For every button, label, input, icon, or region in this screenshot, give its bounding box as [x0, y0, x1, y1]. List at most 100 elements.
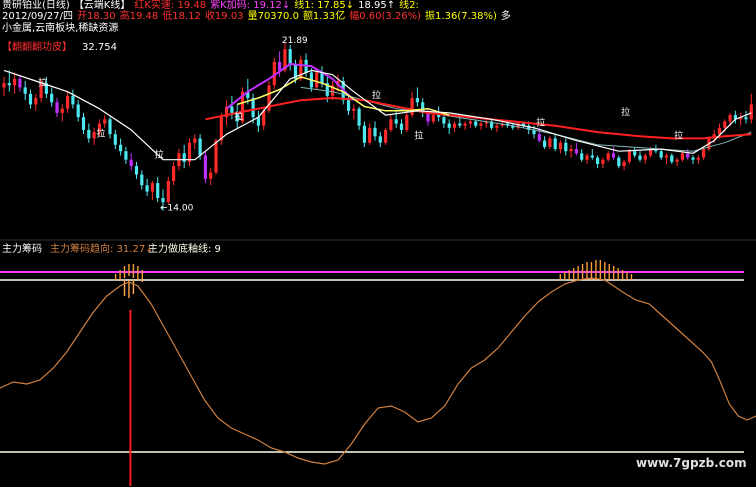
- candle-body: [410, 98, 414, 116]
- price-annotation: 拉: [155, 149, 164, 161]
- candle-body: [187, 142, 192, 162]
- candle-body: [278, 61, 282, 71]
- candle-body: [585, 155, 589, 160]
- candle-body: [670, 155, 674, 162]
- candle-body: [389, 119, 393, 130]
- stock-chart-window: 贵研铂业(日线) 【云端K线】 红K实速: 19.48 紫K加码: 19.12↓ 线1:…: [0, 0, 756, 487]
- candle-body: [203, 155, 207, 179]
- candle-body: [288, 49, 292, 65]
- candle-body: [34, 98, 38, 105]
- candle-body: [7, 83, 11, 86]
- candle-body: [728, 115, 732, 122]
- candle-body: [558, 142, 563, 150]
- candle-body: [590, 155, 594, 158]
- candle-body: [362, 125, 366, 143]
- price-annotation: 拉: [414, 129, 423, 141]
- indicator-bottom-line-value: 主力做底釉线: 9: [148, 244, 221, 255]
- candle-body: [119, 144, 123, 152]
- candle-body: [23, 87, 27, 94]
- price-annotation: 拉: [38, 76, 47, 88]
- candle-body: [299, 59, 303, 79]
- candle-body: [315, 72, 319, 88]
- candle-body: [129, 159, 133, 167]
- candle-body: [664, 155, 669, 158]
- candle-body: [696, 157, 700, 160]
- price-annotation: 拉: [621, 106, 630, 118]
- candle-body: [744, 117, 748, 120]
- candle-body: [622, 161, 626, 167]
- candle-body: [352, 108, 356, 111]
- candle-body: [580, 153, 584, 160]
- candle-body: [675, 159, 679, 162]
- candle-body: [569, 149, 573, 152]
- candle-body: [113, 134, 117, 145]
- candle-body: [214, 140, 218, 173]
- candle-body: [452, 123, 457, 128]
- candle-body: [749, 104, 753, 120]
- candle-body: [702, 149, 706, 158]
- candle-body: [103, 119, 107, 124]
- candle-body: [378, 136, 382, 143]
- candle-body: [686, 153, 690, 158]
- price-annotation: 拉: [234, 110, 243, 122]
- candle-body: [150, 183, 154, 192]
- candle-body: [140, 174, 144, 186]
- candle-body: [463, 123, 467, 126]
- candle-body: [28, 93, 33, 105]
- candle-body: [638, 155, 642, 160]
- candle-body: [447, 123, 451, 128]
- candle-body: [431, 115, 435, 122]
- candle-body: [574, 149, 578, 154]
- candle-body: [172, 166, 176, 181]
- candle-body: [76, 104, 80, 118]
- candle-body: [537, 134, 541, 141]
- candle-body: [553, 138, 557, 150]
- candle-body: [643, 155, 647, 160]
- candle-body: [71, 95, 75, 105]
- candle-body: [691, 157, 695, 160]
- candle-body: [346, 100, 351, 111]
- candle-body: [564, 142, 568, 152]
- ma-line-red: [205, 97, 752, 140]
- candle-body: [627, 151, 631, 162]
- candle-body: [442, 117, 446, 124]
- candle-body: [134, 166, 139, 175]
- price-annotation: 21.89: [282, 36, 308, 46]
- candle-body: [437, 115, 441, 118]
- candle-body: [601, 159, 605, 164]
- candle-body: [617, 157, 621, 167]
- indicator-trend-value: 主力筹码趋向: 31.27↓: [50, 244, 154, 255]
- candle-body: [2, 83, 6, 88]
- candle-body: [543, 140, 547, 147]
- candle-body: [426, 112, 430, 122]
- candle-body: [60, 108, 64, 113]
- candle-body: [633, 151, 637, 156]
- candle-body: [87, 129, 91, 139]
- candle-body: [251, 98, 255, 118]
- candle-body: [680, 153, 684, 160]
- candle-body: [156, 183, 160, 198]
- price-annotation: ←14.00: [160, 204, 194, 214]
- price-annotation: 拉: [96, 127, 105, 139]
- candle-body: [474, 121, 478, 126]
- price-annotation: 拉: [674, 129, 683, 141]
- candle-body: [405, 115, 409, 130]
- candle-body: [606, 153, 610, 160]
- candle-body: [368, 127, 372, 143]
- site-watermark: www.7gpzb.com: [636, 456, 747, 470]
- price-annotation: 拉: [372, 89, 381, 101]
- candle-body: [13, 78, 17, 86]
- candle-body: [166, 180, 170, 203]
- candle-body: [717, 127, 722, 135]
- candle-body: [18, 78, 22, 88]
- indicator-name: 主力筹码: [2, 244, 42, 255]
- candle-body: [230, 106, 234, 113]
- candle-body: [50, 93, 54, 103]
- candle-body: [92, 132, 96, 139]
- ma-line-white: [3, 69, 752, 161]
- candle-body: [198, 138, 202, 156]
- candle-body: [468, 121, 472, 124]
- candle-body: [394, 119, 398, 124]
- candle-body: [659, 151, 663, 158]
- candle-body: [384, 129, 388, 143]
